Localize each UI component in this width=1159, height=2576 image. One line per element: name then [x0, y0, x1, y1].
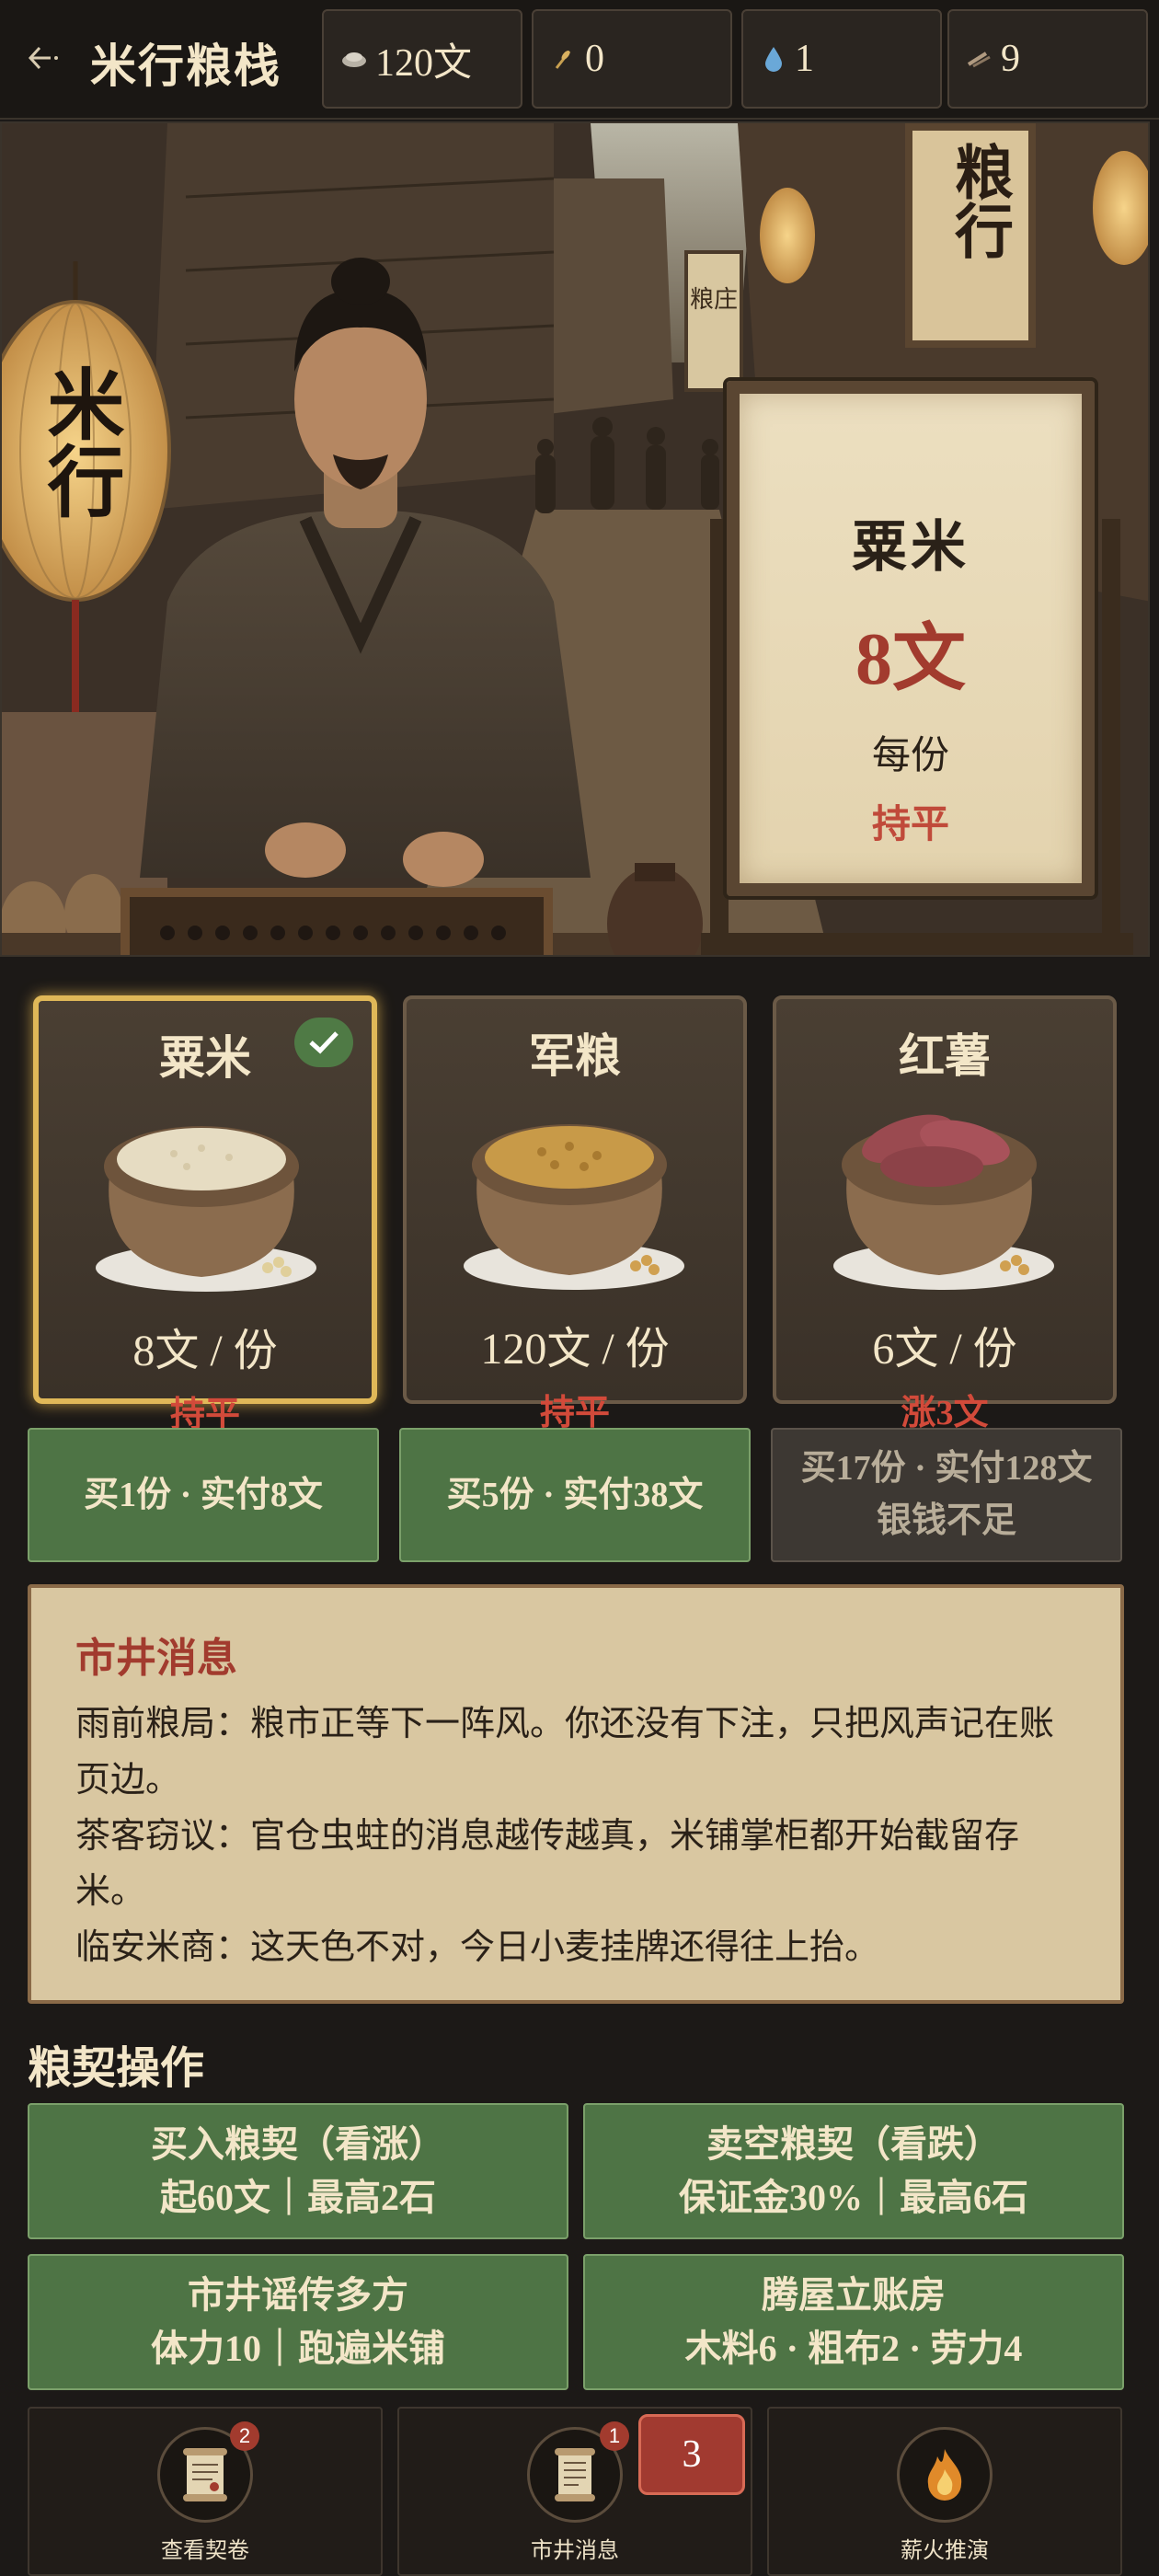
buy-button-label: 买17份 · 实付128文 [800, 1449, 1093, 1488]
news-title: 市井消息 [75, 1636, 237, 1681]
news-item: 雨前粮局：粮市正等下一阵风。你还没有下注，只把风声记在账页边。 [75, 1705, 1055, 1800]
nav-badge: 1 [600, 2421, 629, 2451]
spread-rumor-button[interactable]: 市井谣传多方 体力10｜跑遍米铺 [28, 2254, 568, 2390]
nav-fire-simulation[interactable]: 薪火推演 [767, 2407, 1122, 2576]
buy-1-button[interactable]: 买1份 · 实付8文 [28, 1428, 379, 1562]
goods-trend: 持平 [539, 1394, 610, 1432]
flame-icon [897, 2427, 993, 2523]
resource-value: 9 [1001, 38, 1020, 80]
board-item-name: 粟米 [852, 517, 970, 578]
news-item: 临安米商：这天色不对，今日小麦挂牌还得往上抬。 [75, 1928, 880, 1968]
op-line1: 买入粮契（看涨） [151, 2123, 445, 2165]
nav-view-contracts[interactable]: 2 查看契卷 [28, 2407, 383, 2576]
resource-value: 1 [795, 38, 814, 80]
op-line2: 木料6 · 粗布2 · 劳力4 [684, 2328, 1023, 2369]
news-item: 茶客窃议：官仓虫蛀的消息越传越真，米铺掌柜都开始截留存米。 [75, 1816, 1020, 1912]
goods-card-millet[interactable]: 粟米 8文 / 份 持平 [33, 995, 377, 1434]
back-arrow-icon [28, 46, 58, 70]
resource-value: 0 [585, 38, 604, 80]
wood-icon [964, 43, 995, 75]
goods-name: 红薯 [899, 1030, 991, 1082]
selected-check-icon [294, 1018, 353, 1067]
board-item-trend: 持平 [871, 804, 949, 846]
buy-17-button[interactable]: 买17份 · 实付128文 银钱不足 [771, 1428, 1122, 1562]
top-bar: 米行粮栈 120文 0 1 9 [0, 0, 1159, 120]
wheat-sack-icon [464, 1124, 684, 1290]
silver-icon [339, 43, 370, 75]
back-button[interactable] [22, 35, 68, 81]
street-sign-text: 粮庄 [690, 286, 738, 313]
price-board: 粟米 8文 每份 持平 [727, 381, 1095, 896]
ops-section-title: 粮契操作 [28, 2044, 205, 2093]
resource-water: 1 [741, 9, 942, 109]
nav-label: 市井消息 [531, 2539, 619, 2563]
sweet-potato-sack-icon [833, 1114, 1054, 1290]
resource-value: 120文 [375, 41, 473, 85]
hero-illustration: 粮庄 米行 粮行 粟米 8文 每份 持平 [0, 121, 1150, 957]
market-news-panel: 市井消息 雨前粮局：粮市正等下一阵风。你还没有下注，只把风声记在账页边。 茶客窃… [28, 1584, 1124, 2004]
op-line1: 市井谣传多方 [188, 2274, 408, 2316]
op-line2: 保证金30%｜最高6石 [679, 2177, 1028, 2218]
goods-price: 8文 / 份 [132, 1327, 278, 1375]
goods-price: 120文 / 份 [480, 1325, 670, 1374]
goods-trend: 涨3文 [901, 1394, 989, 1432]
floating-count-badge[interactable]: 3 [638, 2414, 745, 2495]
resource-silver: 120文 [322, 9, 522, 109]
buy-button-label: 买1份 · 实付8文 [84, 1475, 323, 1514]
build-ledger-room-button[interactable]: 腾屋立账房 木料6 · 粗布2 · 劳力4 [583, 2254, 1124, 2390]
buy-contract-long-button[interactable]: 买入粮契（看涨） 起60文｜最高2石 [28, 2103, 568, 2239]
short-contract-button[interactable]: 卖空粮契（看跌） 保证金30%｜最高6石 [583, 2103, 1124, 2239]
nav-label: 查看契卷 [161, 2539, 249, 2563]
nav-badge: 2 [230, 2421, 259, 2451]
insufficient-funds-note: 银钱不足 [876, 1501, 1016, 1540]
board-item-unit: 每份 [871, 735, 949, 777]
op-line1: 腾屋立账房 [762, 2274, 946, 2316]
buy-button-label: 买5份 · 实付38文 [446, 1475, 704, 1514]
board-item-price: 8文 [855, 619, 966, 700]
grain-icon [548, 43, 580, 75]
goods-card-army-grain[interactable]: 军粮 120文 / 份 持平 [403, 995, 747, 1432]
resource-wood: 9 [947, 9, 1148, 109]
millet-sack-icon [96, 1126, 316, 1292]
page-title: 米行粮栈 [90, 40, 281, 92]
shop-sign-text: 粮行 [947, 142, 1012, 259]
op-line1: 卖空粮契（看跌） [706, 2123, 1001, 2165]
goods-card-sweet-potato[interactable]: 红薯 6文 / 份 涨3文 [773, 995, 1117, 1432]
resource-grain: 0 [532, 9, 732, 109]
goods-name: 军粮 [529, 1030, 621, 1082]
op-line2: 起60文｜最高2石 [160, 2177, 436, 2218]
buy-5-button[interactable]: 买5份 · 实付38文 [399, 1428, 751, 1562]
goods-price: 6文 / 份 [872, 1325, 1017, 1374]
water-icon [758, 43, 789, 75]
op-line2: 体力10｜跑遍米铺 [151, 2328, 445, 2369]
lantern-text: 米行 [36, 364, 121, 519]
nav-label: 薪火推演 [901, 2539, 989, 2563]
